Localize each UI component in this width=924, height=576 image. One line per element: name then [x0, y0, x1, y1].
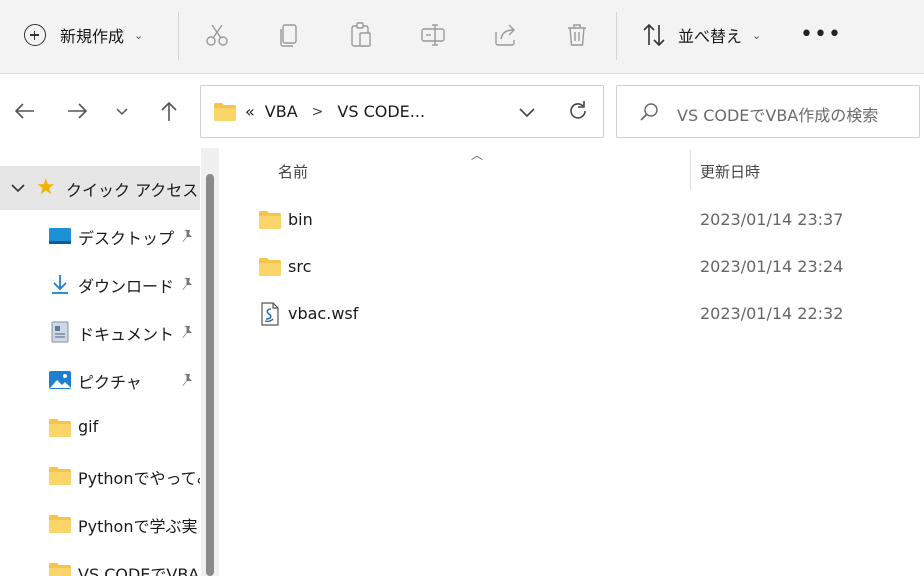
chevron-down-icon: ⌄: [752, 28, 762, 42]
more-options-button[interactable]: •••: [800, 22, 841, 48]
sidebar-item-folder[interactable]: Pythonで学ぶ実: [0, 502, 200, 546]
breadcrumb-item[interactable]: VBA: [265, 102, 298, 121]
address-history-chevron-icon[interactable]: [515, 100, 539, 124]
sidebar-item-label: Pythonでやってみ: [78, 469, 200, 488]
refresh-icon[interactable]: [565, 98, 591, 124]
plus-circle-icon: [24, 24, 46, 46]
sidebar-item-folder[interactable]: Pythonでやってみ: [0, 454, 200, 498]
column-divider[interactable]: [690, 150, 691, 190]
sidebar-item-pictures[interactable]: ピクチャ: [0, 358, 200, 402]
column-header-label: 名前: [278, 163, 309, 181]
breadcrumb-item[interactable]: VS CODE...: [337, 102, 425, 121]
file-name: bin: [288, 210, 313, 229]
file-name: src: [288, 257, 312, 276]
column-header-label: 更新日時: [700, 163, 761, 181]
rename-icon[interactable]: [418, 20, 448, 50]
pin-icon[interactable]: [178, 372, 194, 388]
folder-icon: [49, 467, 71, 485]
search-placeholder: VS CODEでVBA作成の検索: [677, 106, 879, 125]
back-arrow-icon[interactable]: [10, 96, 40, 126]
file-modified: 2023/01/14 23:37: [700, 210, 844, 229]
sidebar-item-downloads[interactable]: ダウンロード: [0, 262, 200, 306]
sidebar-item-label: Pythonで学ぶ実: [78, 517, 198, 536]
pin-icon[interactable]: [178, 324, 194, 340]
search-input[interactable]: VS CODEでVBA作成の検索: [616, 85, 920, 138]
pin-icon[interactable]: [178, 276, 194, 292]
breadcrumb-separator[interactable]: >: [312, 104, 324, 120]
toolbar-divider: [178, 12, 179, 60]
navigation-pane: ★ クイック アクセス デスクトップ ダウンロード ドキュメント ピクチャ gi…: [0, 148, 208, 576]
folder-icon: [49, 419, 71, 437]
pin-icon[interactable]: [178, 228, 194, 244]
delete-icon[interactable]: [562, 20, 592, 50]
download-icon: [52, 275, 68, 294]
sidebar-item-folder[interactable]: gif: [0, 406, 200, 450]
chevron-down-icon: ⌄: [134, 28, 144, 42]
sidebar-item-label: VS CODEでVBA: [78, 565, 200, 576]
pictures-icon: [49, 371, 71, 389]
desktop-icon: [49, 228, 71, 244]
search-icon: [640, 103, 658, 121]
file-row[interactable]: bin 2023/01/14 23:37: [240, 198, 924, 242]
address-bar[interactable]: « VBA > VS CODE...: [200, 85, 604, 138]
folder-icon: [214, 103, 236, 121]
sidebar-item-label: gif: [78, 417, 99, 436]
sidebar-item-desktop[interactable]: デスクトップ: [0, 214, 200, 258]
document-icon: [51, 321, 69, 343]
sidebar-item-folder[interactable]: VS CODEでVBA: [0, 550, 200, 576]
folder-icon: [259, 258, 281, 276]
sort-icon: [643, 23, 665, 47]
toolbar-divider: [616, 12, 617, 60]
file-row[interactable]: vbac.wsf 2023/01/14 22:32: [240, 292, 924, 336]
folder-icon: [49, 515, 71, 533]
paste-icon[interactable]: [346, 20, 376, 50]
script-file-icon: [261, 302, 279, 326]
sidebar-item-quick-access[interactable]: ★ クイック アクセス: [0, 166, 200, 210]
file-row[interactable]: src 2023/01/14 23:24: [240, 245, 924, 289]
sort-button[interactable]: 並べ替え ⌄: [640, 18, 761, 52]
share-icon[interactable]: [490, 20, 520, 50]
cut-icon[interactable]: [202, 20, 232, 50]
file-name: vbac.wsf: [288, 304, 359, 323]
breadcrumb-overflow[interactable]: «: [245, 102, 255, 121]
sidebar-item-documents[interactable]: ドキュメント: [0, 310, 200, 354]
breadcrumb: « VBA > VS CODE...: [245, 86, 425, 137]
file-modified: 2023/01/14 23:24: [700, 257, 844, 276]
sort-button-label: 並べ替え: [678, 27, 743, 46]
forward-arrow-icon[interactable]: [62, 96, 92, 126]
folder-icon: [49, 563, 71, 576]
up-arrow-icon[interactable]: [154, 96, 184, 126]
star-icon: ★: [36, 175, 56, 200]
new-button[interactable]: 新規作成 ⌄: [14, 18, 143, 52]
folder-icon: [259, 211, 281, 229]
scrollbar-thumb[interactable]: [206, 174, 214, 576]
expand-chevron-icon[interactable]: [8, 178, 28, 198]
navigation-pane-scrollbar[interactable]: [201, 148, 219, 576]
recent-locations-chevron-icon[interactable]: [110, 96, 134, 126]
copy-icon[interactable]: [274, 20, 304, 50]
sidebar-item-label: クイック アクセス: [66, 181, 199, 200]
new-button-label: 新規作成: [60, 27, 125, 46]
sort-ascending-icon: ︿: [471, 148, 484, 162]
file-modified: 2023/01/14 22:32: [700, 304, 844, 323]
command-bar: 新規作成 ⌄ 並べ替え ⌄ •••: [0, 0, 924, 74]
